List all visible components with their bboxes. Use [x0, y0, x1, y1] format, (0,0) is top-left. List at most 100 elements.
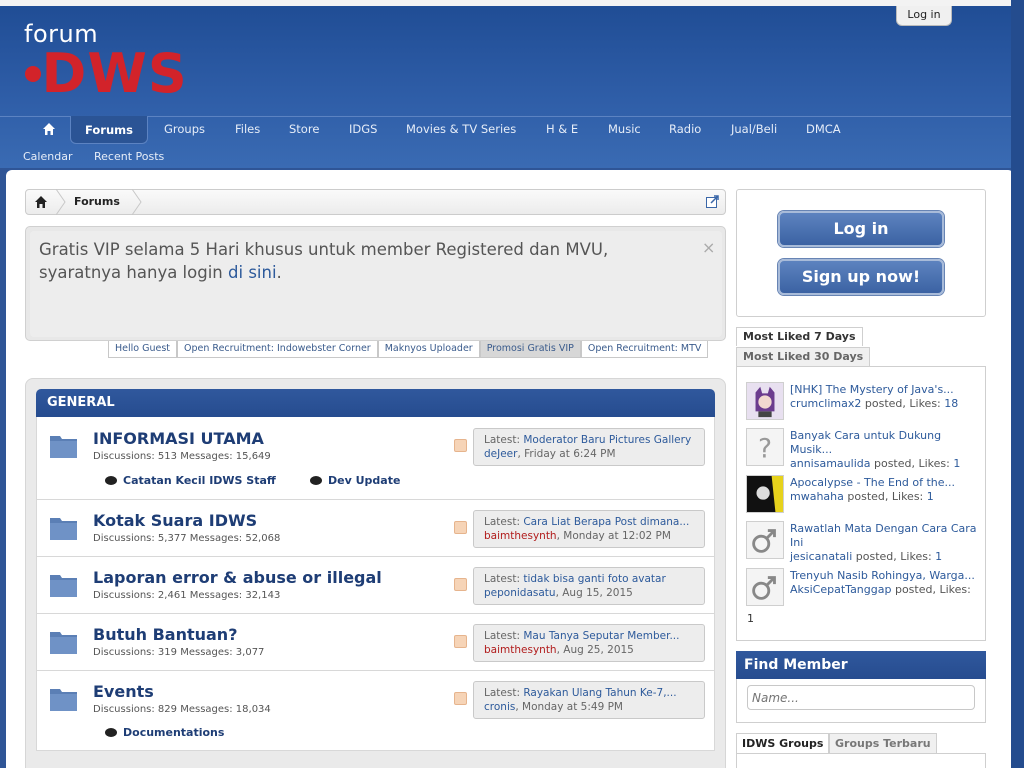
liked-title[interactable]: Rawatlah Mata Dengan Cara Cara Ini: [790, 522, 980, 550]
svg-text:?: ?: [758, 433, 772, 464]
nav-tab-store[interactable]: Store: [289, 122, 319, 136]
tab-idws-groups[interactable]: IDWS Groups: [736, 733, 830, 753]
latest-post-title[interactable]: Moderator Baru Pictures Gallery: [523, 434, 691, 446]
folder-icon: [50, 632, 77, 654]
latest-post-title[interactable]: Mau Tanya Seputar Member...: [523, 630, 679, 642]
notice-tab[interactable]: Open Recruitment: Indowebster Corner: [177, 341, 378, 358]
notice-login-link[interactable]: di sini: [228, 263, 277, 282]
liked-user[interactable]: annisamaulida: [790, 457, 870, 470]
folder-icon: [50, 575, 77, 597]
latest-post-box: Latest: Moderator Baru Pictures Gallery …: [473, 428, 705, 466]
breadcrumb: [25, 189, 726, 215]
dark-avatar-icon[interactable]: [746, 475, 784, 513]
latest-post-user[interactable]: baimthesynth: [484, 644, 557, 656]
question-avatar-icon[interactable]: ?: [746, 428, 784, 466]
forum-title[interactable]: INFORMASI UTAMA: [93, 429, 264, 448]
anime-avatar-icon[interactable]: [746, 382, 784, 420]
liked-title[interactable]: Apocalypse - The End of the...: [790, 476, 980, 490]
rss-icon[interactable]: [454, 521, 467, 534]
tab-most-liked-7[interactable]: Most Liked 7 Days: [736, 327, 863, 346]
latest-post-title[interactable]: Rayakan Ulang Tahun Ke-7,...: [523, 687, 676, 699]
latest-post-box: Latest: Rayakan Ulang Tahun Ke-7,... cro…: [473, 681, 705, 719]
latest-post-title[interactable]: Cara Liat Berapa Post dimana...: [523, 516, 689, 528]
page-edge: [1011, 0, 1024, 768]
notice-tab[interactable]: Hello Guest: [108, 341, 178, 358]
breadcrumb-popup-icon[interactable]: [706, 195, 719, 208]
sidebar-login-panel: [736, 189, 986, 317]
login-button[interactable]: Log in: [778, 211, 944, 247]
forum-title[interactable]: Kotak Suara IDWS: [93, 511, 257, 530]
liked-item: Rawatlah Mata Dengan Cara Cara Ini jesic…: [746, 521, 986, 563]
nav-tab-dmca[interactable]: DMCA: [806, 122, 841, 136]
nav-tab-movies[interactable]: Movies & TV Series: [406, 122, 516, 136]
groups-panel: [736, 753, 986, 768]
liked-user[interactable]: mwahaha: [790, 490, 844, 503]
home-icon[interactable]: [42, 122, 56, 136]
notice-tabs: Hello Guest Open Recruitment: Indowebste…: [108, 341, 709, 358]
latest-post-title[interactable]: tidak bisa ganti foto avatar: [523, 573, 665, 585]
nav-tab-he[interactable]: H & E: [546, 122, 578, 136]
liked-title[interactable]: Banyak Cara untuk Dukung Musik...: [790, 429, 980, 457]
subforum-link[interactable]: Catatan Kecil IDWS Staff: [105, 474, 276, 487]
latest-post-user[interactable]: deJeer: [484, 448, 517, 460]
folder-icon: [50, 436, 77, 458]
find-member-input[interactable]: [747, 685, 975, 710]
breadcrumb-forums[interactable]: Forums: [74, 195, 120, 208]
nav-tab-jualbeli[interactable]: Jual/Beli: [731, 122, 777, 136]
rss-icon[interactable]: [454, 578, 467, 591]
forum-stats: Discussions: 829 Messages: 18,034: [93, 704, 271, 715]
male-avatar-icon[interactable]: [746, 521, 784, 559]
subnav-calendar[interactable]: Calendar: [23, 150, 72, 163]
forum-title[interactable]: Butuh Bantuan?: [93, 625, 237, 644]
notice-tab[interactable]: Maknyos Uploader: [377, 341, 480, 358]
liked-item: ? Banyak Cara untuk Dukung Musik... anni…: [746, 428, 986, 470]
liked-title[interactable]: Trenyuh Nasib Rohingya, Warga...: [790, 569, 980, 583]
folder-icon: [50, 689, 77, 711]
chat-bubble-icon: [105, 728, 117, 737]
subforum-link[interactable]: Dev Update: [310, 474, 400, 487]
latest-post-user[interactable]: baimthesynth: [484, 530, 557, 542]
subforum-link[interactable]: Documentations: [105, 726, 224, 739]
tab-most-liked-30[interactable]: Most Liked 30 Days: [736, 347, 871, 366]
nav-tab-forums[interactable]: Forums: [70, 116, 148, 144]
chat-bubble-icon: [310, 476, 322, 485]
tab-groups-terbaru[interactable]: Groups Terbaru: [829, 733, 937, 753]
header-login-tab[interactable]: Log in: [896, 6, 952, 26]
nav-tab-files[interactable]: Files: [235, 122, 260, 136]
rss-icon[interactable]: [454, 635, 467, 648]
liked-user[interactable]: AksiCepatTanggap: [790, 583, 891, 596]
rss-icon[interactable]: [454, 439, 467, 452]
forum-title[interactable]: Laporan error & abuse or illegal: [93, 568, 382, 587]
top-strip: [0, 0, 1024, 6]
nav-tab-idgs[interactable]: IDGS: [349, 122, 377, 136]
latest-post-user[interactable]: cronis: [484, 701, 515, 713]
liked-item: [NHK] The Mystery of Java's... crumclima…: [746, 382, 986, 424]
subnav-recent-posts[interactable]: Recent Posts: [94, 150, 164, 163]
latest-post-box: Latest: Cara Liat Berapa Post dimana... …: [473, 510, 705, 548]
latest-post-box: Latest: Mau Tanya Seputar Member... baim…: [473, 624, 705, 662]
male-avatar-icon[interactable]: [746, 568, 784, 606]
liked-item: Trenyuh Nasib Rohingya, Warga... AksiCep…: [746, 568, 986, 625]
notice-close-icon[interactable]: ×: [702, 238, 715, 257]
liked-user[interactable]: crumclimax2: [790, 397, 861, 410]
notice-tab[interactable]: Open Recruitment: MTV: [580, 341, 709, 358]
latest-post-box: Latest: tidak bisa ganti foto avatar pep…: [473, 567, 705, 605]
logo-dws-text: iDWS: [41, 42, 188, 105]
category-title[interactable]: GENERAL: [36, 389, 715, 417]
nav-tab-radio[interactable]: Radio: [669, 122, 701, 136]
forum-stats: Discussions: 5,377 Messages: 52,068: [93, 533, 281, 544]
nav-tab-groups[interactable]: Groups: [164, 122, 205, 136]
liked-count: 1: [747, 612, 754, 625]
notice-tab-active[interactable]: Promosi Gratis VIP: [479, 341, 581, 358]
liked-item: Apocalypse - The End of the... mwahaha p…: [746, 475, 986, 517]
site-logo[interactable]: forum iDWS: [22, 20, 192, 105]
nav-tab-music[interactable]: Music: [608, 122, 641, 136]
forum-title[interactable]: Events: [93, 682, 154, 701]
liked-title[interactable]: [NHK] The Mystery of Java's...: [790, 383, 980, 397]
breadcrumb-separator: [132, 189, 142, 215]
signup-button[interactable]: Sign up now!: [778, 259, 944, 295]
rss-icon[interactable]: [454, 692, 467, 705]
breadcrumb-home-icon[interactable]: [34, 196, 48, 208]
latest-post-user[interactable]: peponidasatu: [484, 587, 556, 599]
liked-user[interactable]: jesicanatali: [790, 550, 852, 563]
